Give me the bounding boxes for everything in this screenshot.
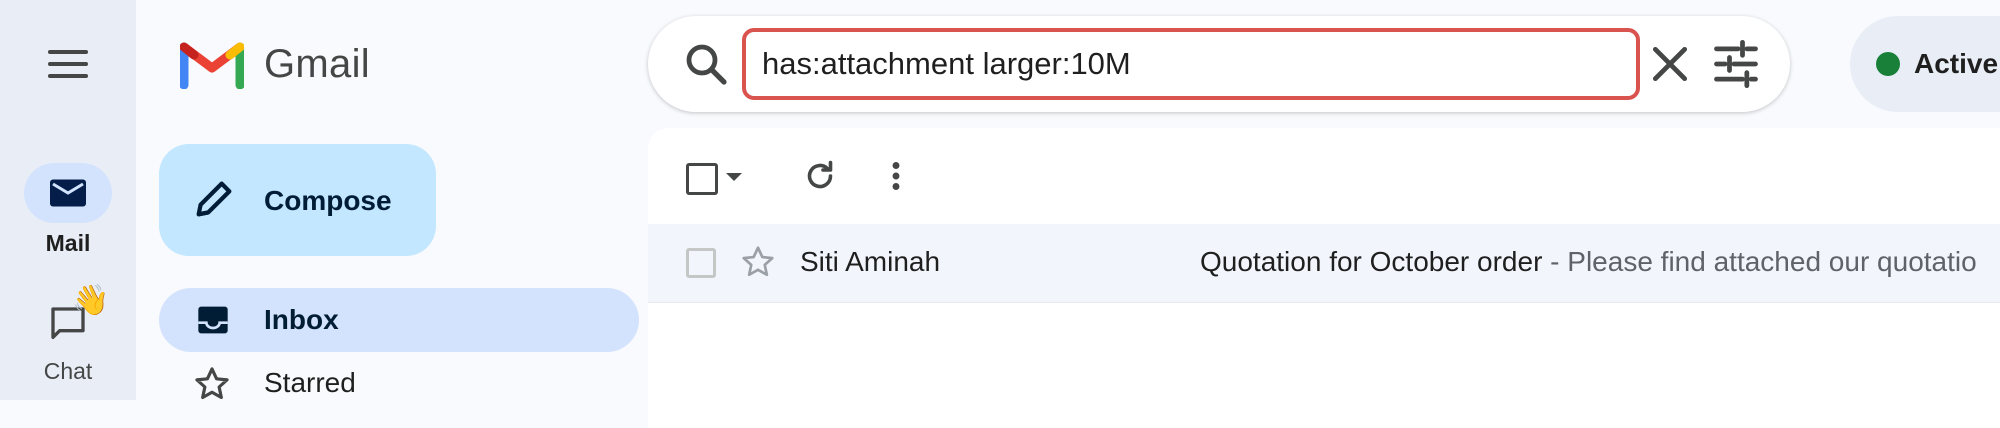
email-subject: Quotation for October order <box>1200 246 1543 277</box>
email-row[interactable]: Siti Aminah Quotation for October order … <box>648 224 2000 303</box>
status-selector[interactable]: Active <box>1850 16 2000 112</box>
select-all-checkbox[interactable] <box>686 163 718 195</box>
more-vert-icon[interactable] <box>888 158 904 194</box>
tune-filter-icon[interactable] <box>1710 38 1762 90</box>
app-rail: Mail 👋 Chat <box>0 0 136 400</box>
main-menu-button[interactable] <box>40 40 96 88</box>
status-label: Active <box>1914 48 1999 79</box>
status-dot <box>1876 52 1900 76</box>
rail-item-mail[interactable] <box>24 163 112 223</box>
mail-icon <box>50 179 86 207</box>
rail-item-chat-label: Chat <box>43 358 93 384</box>
compose-label: Compose <box>264 185 392 216</box>
refresh-icon[interactable] <box>802 158 838 194</box>
nav-item-starred-label: Starred <box>264 367 356 398</box>
nav-item-inbox[interactable]: Inbox <box>159 288 639 352</box>
email-subject-line: Quotation for October order - Please fin… <box>1200 244 2000 280</box>
search-icon[interactable] <box>682 40 730 88</box>
rail-item-mail-label: Mail <box>45 230 91 256</box>
email-snippet: - Please find attached our quotatio <box>1542 246 1977 277</box>
wave-emoji-badge: 👋 <box>72 284 110 317</box>
gmail-wordmark[interactable]: Gmail <box>264 36 370 92</box>
nav-item-starred[interactable]: Starred <box>159 360 639 410</box>
pencil-icon <box>196 181 232 217</box>
close-icon[interactable] <box>1648 42 1692 86</box>
gmail-logo-icon[interactable] <box>180 37 244 89</box>
email-list-panel: Siti Aminah Quotation for October order … <box>648 128 2000 428</box>
search-bar <box>648 16 1790 112</box>
nav-item-inbox-label: Inbox <box>264 304 339 335</box>
search-input[interactable] <box>742 28 1640 100</box>
star-outline-icon <box>195 367 229 400</box>
compose-button[interactable]: Compose <box>159 144 436 256</box>
email-sender: Siti Aminah <box>800 246 941 277</box>
caret-down-icon[interactable] <box>726 173 742 181</box>
inbox-icon <box>198 306 228 334</box>
email-row-checkbox[interactable] <box>686 248 716 278</box>
star-outline-icon[interactable] <box>740 244 776 280</box>
